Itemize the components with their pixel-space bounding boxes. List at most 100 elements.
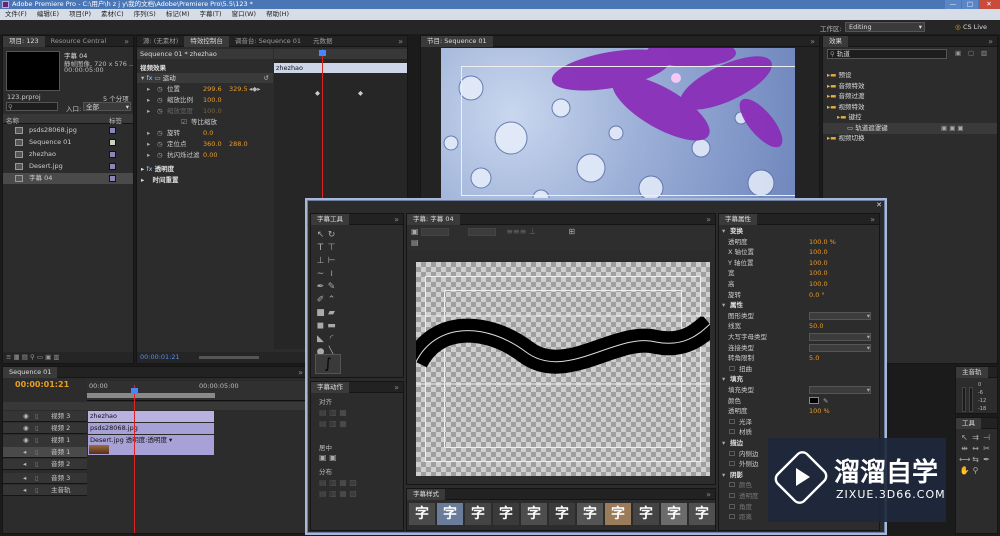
ec-property-row[interactable]: ▸ ◷ 位置 299.6 329.5 ◂◆▸: [137, 84, 273, 95]
fx-badge-icon[interactable]: fx: [146, 165, 152, 173]
panel-menu-icon[interactable]: »: [124, 36, 133, 47]
effects-search-input[interactable]: ⚲ 轨道: [827, 49, 947, 59]
eye-icon[interactable]: ◉: [23, 411, 29, 422]
clipped-corner-rect-icon[interactable]: ◼: [315, 321, 326, 332]
menu-project[interactable]: 项目(P): [64, 9, 96, 19]
style-preview-swatch[interactable]: ∫: [315, 354, 341, 374]
speaker-icon[interactable]: ◂: [23, 459, 26, 470]
tab-resource-central[interactable]: Resource Central: [45, 36, 113, 47]
checkbox-icon[interactable]: ☐: [729, 512, 735, 522]
column-name[interactable]: 名称: [6, 115, 19, 125]
rounded-corner-rect-icon[interactable]: ▰: [326, 308, 337, 319]
project-item[interactable]: Sequence 01: [3, 137, 133, 148]
timeline-clip[interactable]: psds28068.jpg: [88, 423, 214, 434]
automate-icon[interactable]: ▤: [22, 353, 28, 361]
panel-menu-icon[interactable]: »: [298, 367, 307, 378]
menu-file[interactable]: 文件(F): [0, 9, 32, 19]
program-video-frame[interactable]: [441, 48, 795, 212]
font-family-field[interactable]: [421, 227, 450, 236]
menu-clip[interactable]: 素材(C): [96, 9, 129, 19]
tab-metadata[interactable]: 元数据: [307, 36, 339, 47]
panel-menu-icon[interactable]: »: [706, 489, 715, 500]
ec-property-row[interactable]: ☑ 等比缩放: [137, 117, 273, 128]
title-property-row[interactable]: X 轴位置 100.0: [719, 247, 879, 257]
arc-tool-icon[interactable]: ◜: [326, 334, 337, 345]
keyframe-icon[interactable]: ◆: [315, 89, 320, 97]
title-property-row[interactable]: 线宽 50.0: [719, 321, 879, 331]
stopwatch-icon[interactable]: ◷: [157, 128, 163, 139]
keyframe-nav-icon[interactable]: ◂◆▸: [249, 84, 261, 95]
menu-window[interactable]: 窗口(W): [227, 9, 262, 19]
new-item-icon[interactable]: ▣: [45, 353, 51, 361]
effects-tree-item[interactable]: ▸▬ 键控: [823, 112, 997, 123]
title-style-swatch[interactable]: 字: [409, 503, 435, 525]
effects-tree-item[interactable]: ▭ 轨道遮罩键 ▣ ▣ ▣: [823, 122, 997, 134]
workspace-select[interactable]: Editing ▾: [845, 22, 925, 32]
track-header[interactable]: ◉ ▯ 视频 3: [3, 411, 87, 422]
title-property-value[interactable]: 100.0: [809, 258, 828, 268]
tab-titler-properties[interactable]: 字幕属性: [719, 214, 757, 225]
lock-icon[interactable]: ▯: [35, 459, 39, 470]
title-property-row[interactable]: 旋转 0.0 °: [719, 290, 879, 300]
title-style-swatch[interactable]: 字: [521, 503, 547, 525]
title-property-value[interactable]: 100.0: [809, 247, 828, 257]
expand-triangle-icon[interactable]: ▸: [147, 84, 150, 95]
label-color-swatch[interactable]: [109, 139, 116, 146]
title-style-swatch[interactable]: 字: [661, 503, 687, 525]
stopwatch-icon[interactable]: ◷: [157, 84, 163, 95]
wavy-path-shape[interactable]: [416, 262, 710, 476]
title-style-swatch[interactable]: 字: [437, 503, 463, 525]
distribute-buttons[interactable]: ▤ ▥ ▦ ▧ ▤ ▥ ▦ ▧: [319, 477, 357, 499]
pen-tool-icon[interactable]: ✒: [981, 454, 992, 465]
expand-triangle-icon[interactable]: ▾: [722, 374, 725, 384]
label-color-swatch[interactable]: [109, 127, 116, 134]
fill-color-swatch[interactable]: [809, 396, 819, 404]
timeline-clip[interactable]: zhezhao: [88, 411, 214, 422]
checkbox-icon[interactable]: ☐: [729, 502, 735, 512]
project-item[interactable]: zhezhao: [3, 149, 133, 160]
checkbox-icon[interactable]: ☐: [729, 491, 735, 501]
path-type-tool-icon[interactable]: ∼: [315, 269, 326, 280]
expand-triangle-icon[interactable]: ▸: [141, 176, 144, 184]
expand-triangle-icon[interactable]: ▾: [722, 438, 725, 448]
track-header[interactable]: ◂ ▯ 音频 3: [3, 473, 87, 484]
panel-menu-icon[interactable]: »: [810, 36, 819, 47]
work-area-bar[interactable]: [87, 393, 215, 398]
reset-icon[interactable]: ↺: [264, 73, 269, 83]
vertical-path-type-icon[interactable]: ≀: [326, 269, 337, 280]
expand-triangle-icon[interactable]: ▾: [141, 74, 144, 82]
lock-icon[interactable]: ▯: [35, 473, 39, 484]
menu-title[interactable]: 字幕(T): [195, 9, 227, 19]
checkbox-icon[interactable]: ☐: [729, 417, 735, 427]
playhead-marker-icon[interactable]: [319, 50, 326, 56]
tab-program[interactable]: 节目: Sequence 01: [421, 36, 493, 47]
title-style-swatch[interactable]: 字: [633, 503, 659, 525]
timeline-playhead-line[interactable]: [134, 385, 135, 533]
tab-sequence[interactable]: Sequence 01: [3, 367, 58, 378]
slide-tool-icon[interactable]: ⇆: [970, 454, 981, 465]
area-type-tool-icon[interactable]: ⊤: [326, 243, 337, 254]
panel-menu-icon[interactable]: »: [870, 214, 879, 225]
title-style-swatch[interactable]: 字: [689, 503, 715, 525]
type-tool-icon[interactable]: T: [315, 243, 326, 254]
delete-anchor-icon[interactable]: ✎: [326, 282, 337, 293]
vertical-type-tool-icon[interactable]: ⊥: [315, 256, 326, 267]
ec-property-row[interactable]: ▸ ◷ 缩放比例 100.0: [137, 95, 273, 106]
title-property-value[interactable]: 0.0 °: [809, 290, 825, 300]
panel-menu-icon[interactable]: »: [394, 214, 403, 225]
track-select-tool-icon[interactable]: ⇉: [970, 432, 981, 443]
ec-current-time[interactable]: 00:00:01:21: [140, 353, 180, 361]
title-style-swatch[interactable]: 字: [493, 503, 519, 525]
keyframe-icon[interactable]: ◆: [358, 89, 363, 97]
title-property-row[interactable]: ▾ 属性: [719, 300, 879, 310]
speaker-icon[interactable]: ◂: [23, 473, 26, 484]
ec-property-value-2[interactable]: 329.5: [229, 84, 248, 95]
lock-icon[interactable]: ▯: [35, 447, 39, 458]
title-property-row[interactable]: 转角限制 5.0: [719, 353, 879, 363]
menu-help[interactable]: 帮助(H): [261, 9, 294, 19]
icon-view-icon[interactable]: ▦: [14, 353, 20, 361]
timeline-track[interactable]: ◂ ▯ 音频 2: [3, 459, 307, 470]
stopwatch-icon[interactable]: ◷: [157, 95, 163, 106]
sequence-timecode[interactable]: 00:00:01:21: [15, 380, 69, 389]
title-property-dropdown[interactable]: ▾: [809, 343, 871, 352]
